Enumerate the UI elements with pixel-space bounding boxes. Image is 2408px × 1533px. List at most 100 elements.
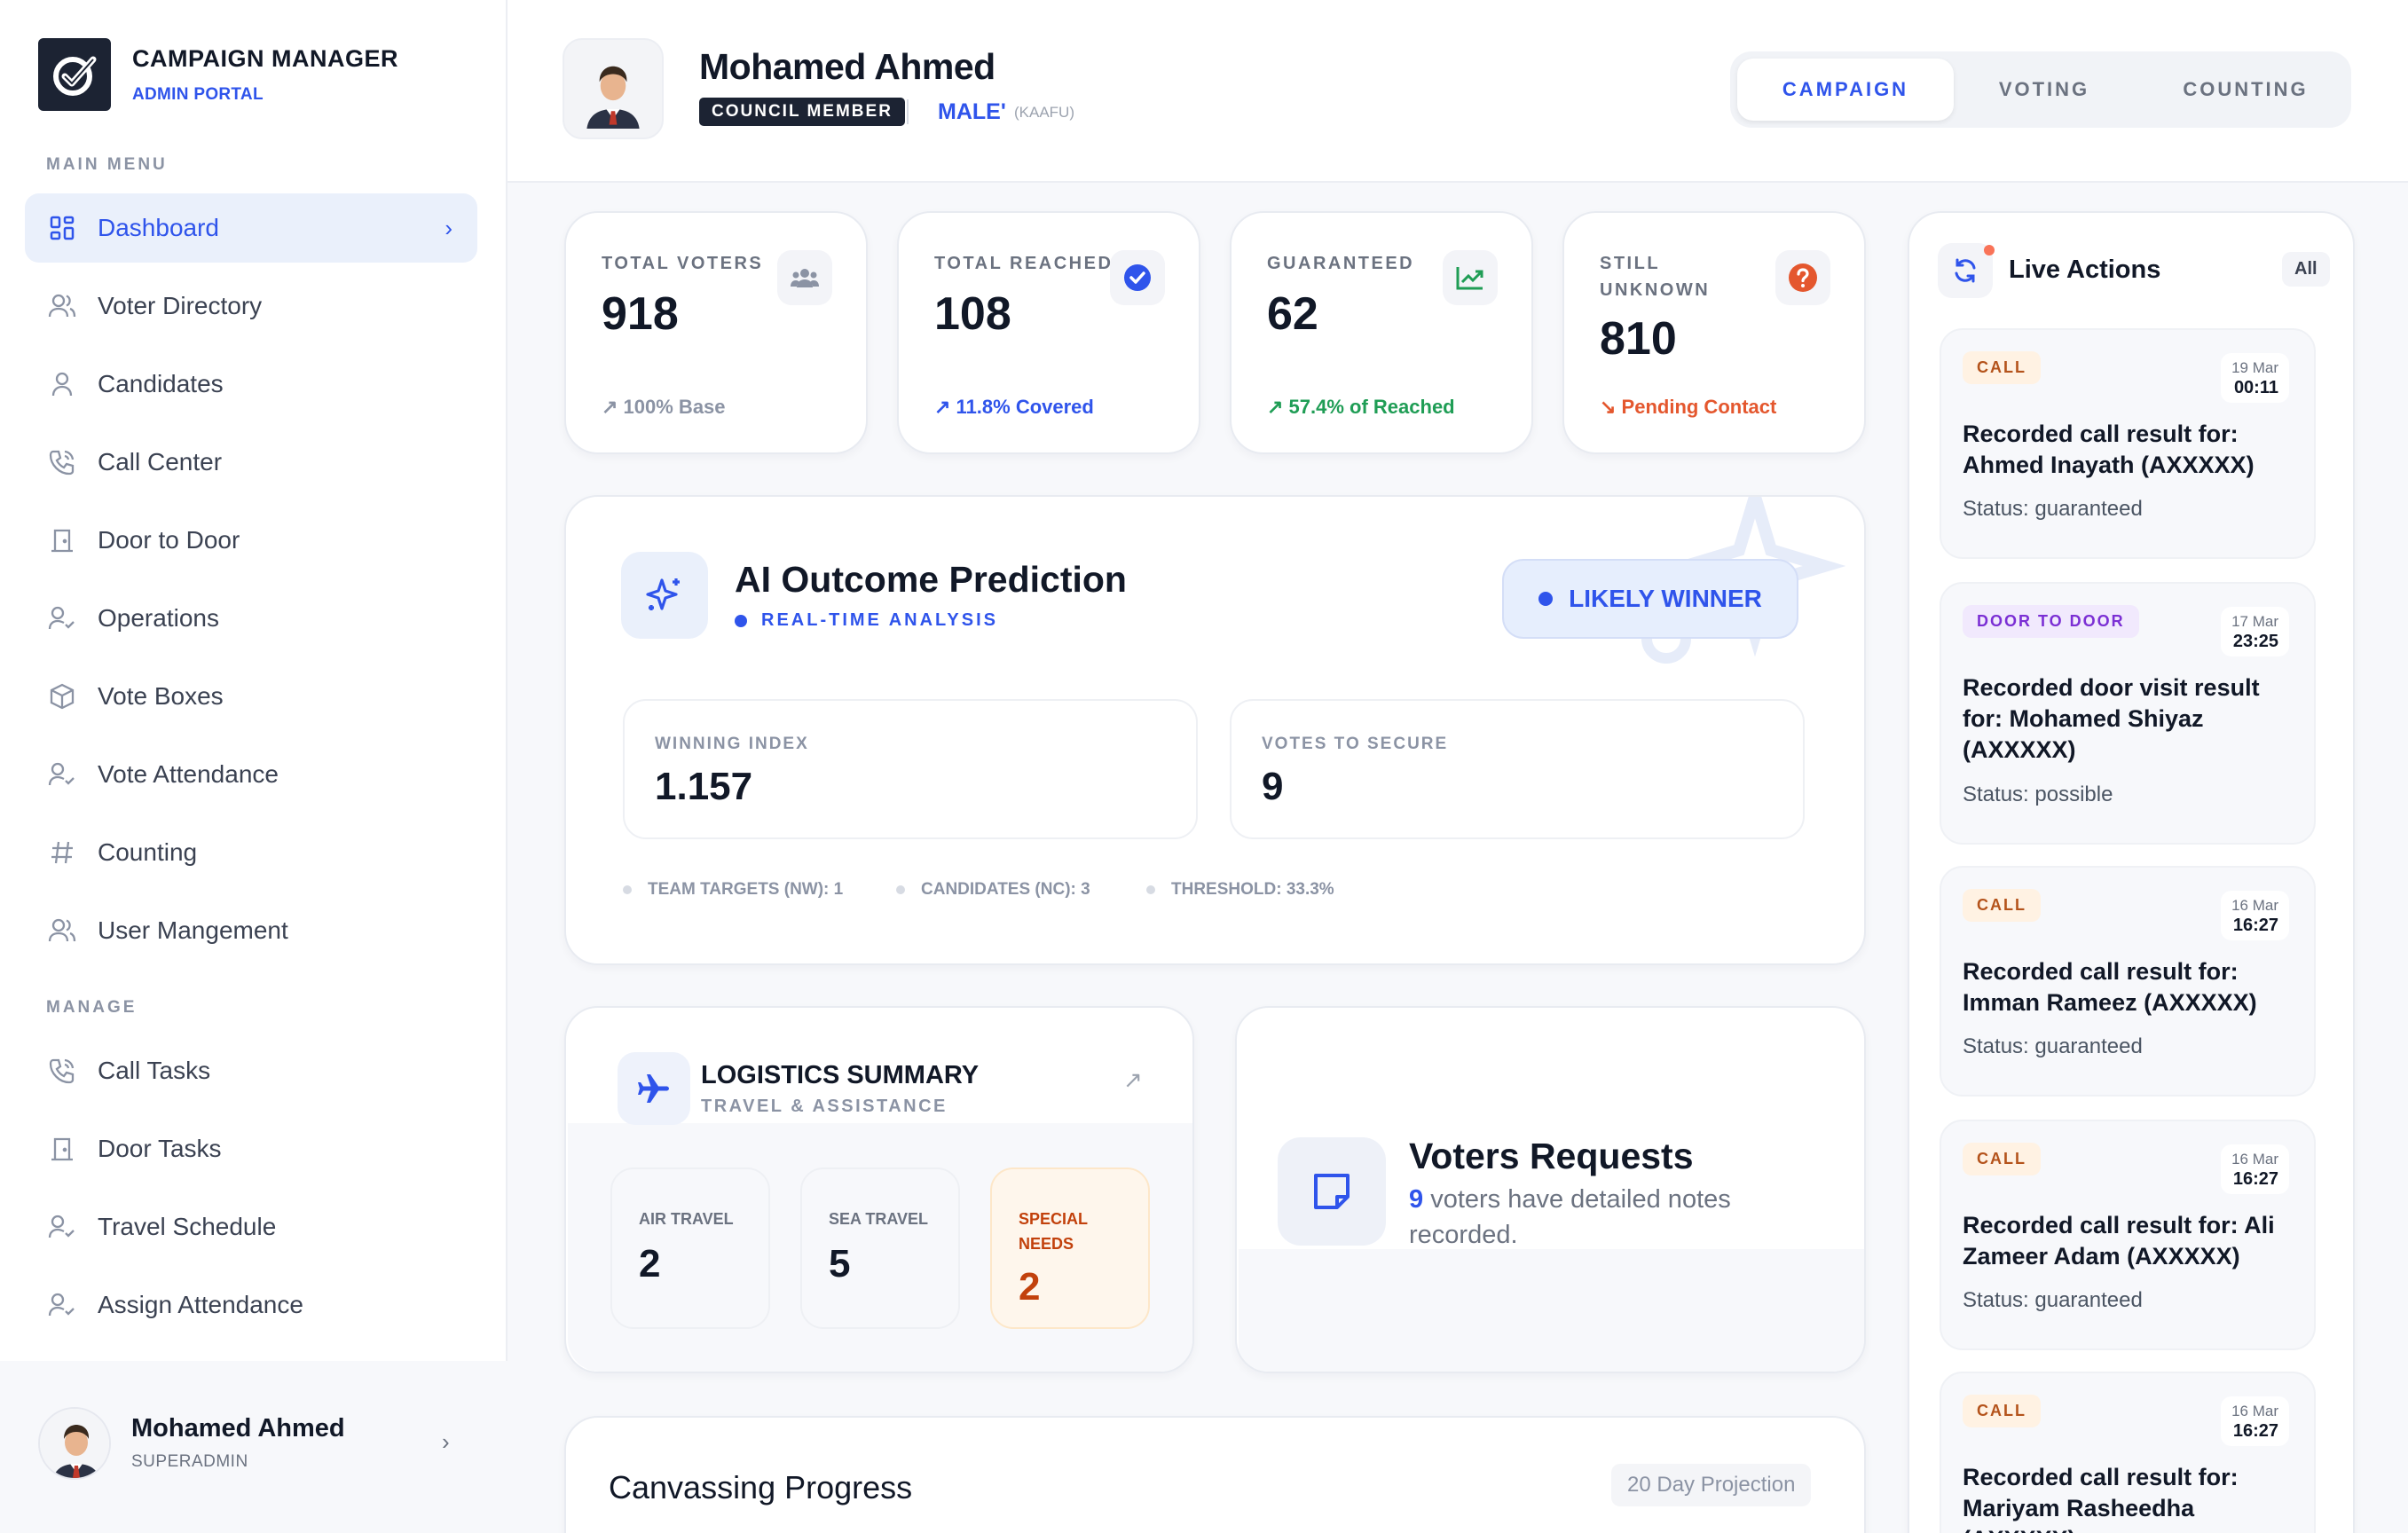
feed-item[interactable]: DOOR TO DOOR 17 Mar 23:25 Recorded door v… [1940,582,2316,845]
stat-label: TOTAL VOTERS [602,254,764,273]
door-icon [46,524,78,556]
sidebar-item-vote-boxes[interactable]: Vote Boxes [25,662,477,731]
stat-subtext: ↗ 100% Base [602,396,726,419]
user-check-icon [46,1211,78,1243]
stat-subtext: ↗ 57.4% of Reached [1267,396,1455,419]
action-date: 19 Mar [2231,359,2278,376]
stat-value: 108 [934,288,1011,340]
feed-item[interactable]: CALL 19 Mar 00:11 Recorded call result fo… [1940,328,2316,559]
action-text: Recorded call result for: Imman Rameez (… [1963,958,2257,1016]
action-time: 16:27 [2232,1169,2278,1189]
action-time: 00:11 [2233,378,2278,397]
trending-up-icon [1443,250,1498,305]
sidebar-item-call-tasks[interactable]: Call Tasks [25,1036,477,1105]
sidebar-item-call-center[interactable]: Call Center [25,428,477,497]
user-profile-footer[interactable]: Mohamed Ahmed SUPERADMIN › [0,1361,508,1533]
sea-travel-label: SEA TRAVEL [829,1210,929,1228]
live-actions-title: Live Actions [2009,256,2161,284]
arrow-up-right-icon[interactable]: ↗ [1123,1066,1143,1094]
action-type-tag: CALL [1963,1395,2041,1427]
user-role: SUPERADMIN [131,1452,248,1471]
feed-item[interactable]: CALL 16 Mar 16:27 Recorded call result fo… [1940,866,2316,1097]
air-travel-label: AIR TRAVEL [639,1210,734,1228]
sidebar-item-door-tasks[interactable]: Door Tasks [25,1114,477,1183]
sidebar-item-voter-directory[interactable]: Voter Directory [25,271,477,341]
action-text: Recorded call result for: Ali Zameer Ada… [1963,1212,2275,1270]
check-circle-icon [1110,250,1165,305]
manage-label: MANAGE [46,998,138,1017]
sidebar-item-user-management[interactable]: User Mangement [25,896,477,965]
sidebar-item-label: Candidates [98,370,224,397]
feed-item[interactable]: CALL 16 Mar 16:27 Recorded call result fo… [1940,1372,2316,1533]
action-time: 23:25 [2232,632,2278,651]
user-check-icon [46,602,78,634]
ai-subtitle: REAL-TIME ANALYSIS [735,610,998,631]
candidate-name: Mohamed Ahmed [699,46,995,87]
feed-item[interactable]: CALL 16 Mar 16:27 Recorded call result fo… [1940,1120,2316,1350]
sidebar-item-vote-attendance[interactable]: Vote Attendance [25,740,477,809]
sidebar-item-operations[interactable]: Operations [25,584,477,653]
stat-label-line: UNKNOWN [1600,280,1711,300]
voters-requests-count: 9 [1409,1185,1424,1214]
user-check-icon [46,1289,78,1321]
ai-subtitle-text: REAL-TIME ANALYSIS [761,610,998,630]
logistics-title: LOGISTICS SUMMARY [701,1061,980,1089]
sidebar-item-label: Door Tasks [98,1135,222,1162]
stat-subtext-label: 100% Base [623,396,726,418]
votes-to-secure-value: 9 [1262,765,1284,808]
user-icon [46,368,78,400]
voters-requests-text-line: recorded. [1409,1221,1518,1249]
sidebar-item-label: Voter Directory [98,292,263,319]
tab-campaign[interactable]: CAMPAIGN [1737,59,1954,121]
logistics-card[interactable]: LOGISTICS SUMMARY TRAVEL & ASSISTANCE ↗ … [564,1006,1194,1373]
special-needs-label-line: NEEDS [1019,1235,1074,1253]
top-header: Mohamed Ahmed COUNCIL MEMBER MALE' (KAAF… [508,0,2408,183]
brand-title: CAMPAIGN MANAGER [132,44,398,72]
avatar [38,1407,111,1480]
bullet-dot [1146,885,1155,894]
sidebar-item-travel-schedule[interactable]: Travel Schedule [25,1192,477,1262]
sidebar-item-label: Dashboard [98,214,219,241]
tab-voting[interactable]: VOTING [1956,59,2133,121]
tab-counting[interactable]: COUNTING [2147,59,2344,121]
logistics-subtitle: TRAVEL & ASSISTANCE [701,1097,948,1116]
plane-icon [618,1052,690,1125]
sidebar-item-assign-attendance[interactable]: Assign Attendance [25,1270,477,1340]
sidebar-item-label: Assign Attendance [98,1291,303,1318]
action-type-tag: CALL [1963,351,2041,384]
sidebar-item-counting[interactable]: Counting [25,818,477,887]
sidebar-item-dashboard[interactable]: Dashboard › [25,193,477,263]
stat-subtext-label: Pending Contact [1621,396,1777,418]
filter-all-button[interactable]: All [2282,252,2330,287]
stat-value: 810 [1600,313,1677,365]
action-timestamp: 16 Mar 16:27 [2221,1144,2289,1194]
special-needs-value: 2 [1019,1265,1041,1309]
voters-requests-card[interactable]: Voters Requests 9 voters have detailed n… [1235,1006,1866,1373]
location: MALE' [938,99,1006,124]
bullet-dot [896,885,905,894]
action-date: 16 Mar [2231,1403,2278,1419]
sidebar-item-door-to-door[interactable]: Door to Door [25,506,477,575]
voters-requests-text-line: voters have detailed notes [1423,1185,1731,1214]
chevron-right-icon[interactable]: › [442,1428,450,1456]
action-text: Recorded door visit result for: Mohamed … [1963,674,2260,763]
location-atoll: (KAAFU) [1014,104,1074,121]
chevron-right-icon: › [445,214,452,241]
special-needs-box: SPECIAL NEEDS 2 [990,1167,1150,1329]
threshold-meta: THRESHOLD: 33.3% [1146,880,1334,900]
live-actions-panel: Live Actions All CALL 19 Mar 00:11 Record… [1908,211,2355,1533]
stat-card-guaranteed: GUARANTEED 62 ↗ 57.4% of Reached [1230,211,1533,454]
arrow-up-right-icon: ↗ [602,396,624,418]
stat-subtext: ↘ Pending Contact [1600,396,1776,419]
sidebar-item-label: Call Tasks [98,1057,211,1084]
action-date: 16 Mar [2231,897,2278,914]
action-status: Status: guaranteed [1963,1034,2143,1058]
likely-winner-badge: LIKELY WINNER [1502,559,1798,639]
winning-index-value: 1.157 [655,765,753,808]
phone-icon [46,1055,78,1087]
bullet-dot [623,885,632,894]
sidebar-item-candidates[interactable]: Candidates [25,350,477,419]
special-needs-label-line: SPECIAL [1019,1210,1089,1228]
sidebar: CAMPAIGN MANAGER ADMIN PORTAL MAIN MENU … [0,0,508,1533]
trending-down-icon: ↘ [1600,396,1622,418]
